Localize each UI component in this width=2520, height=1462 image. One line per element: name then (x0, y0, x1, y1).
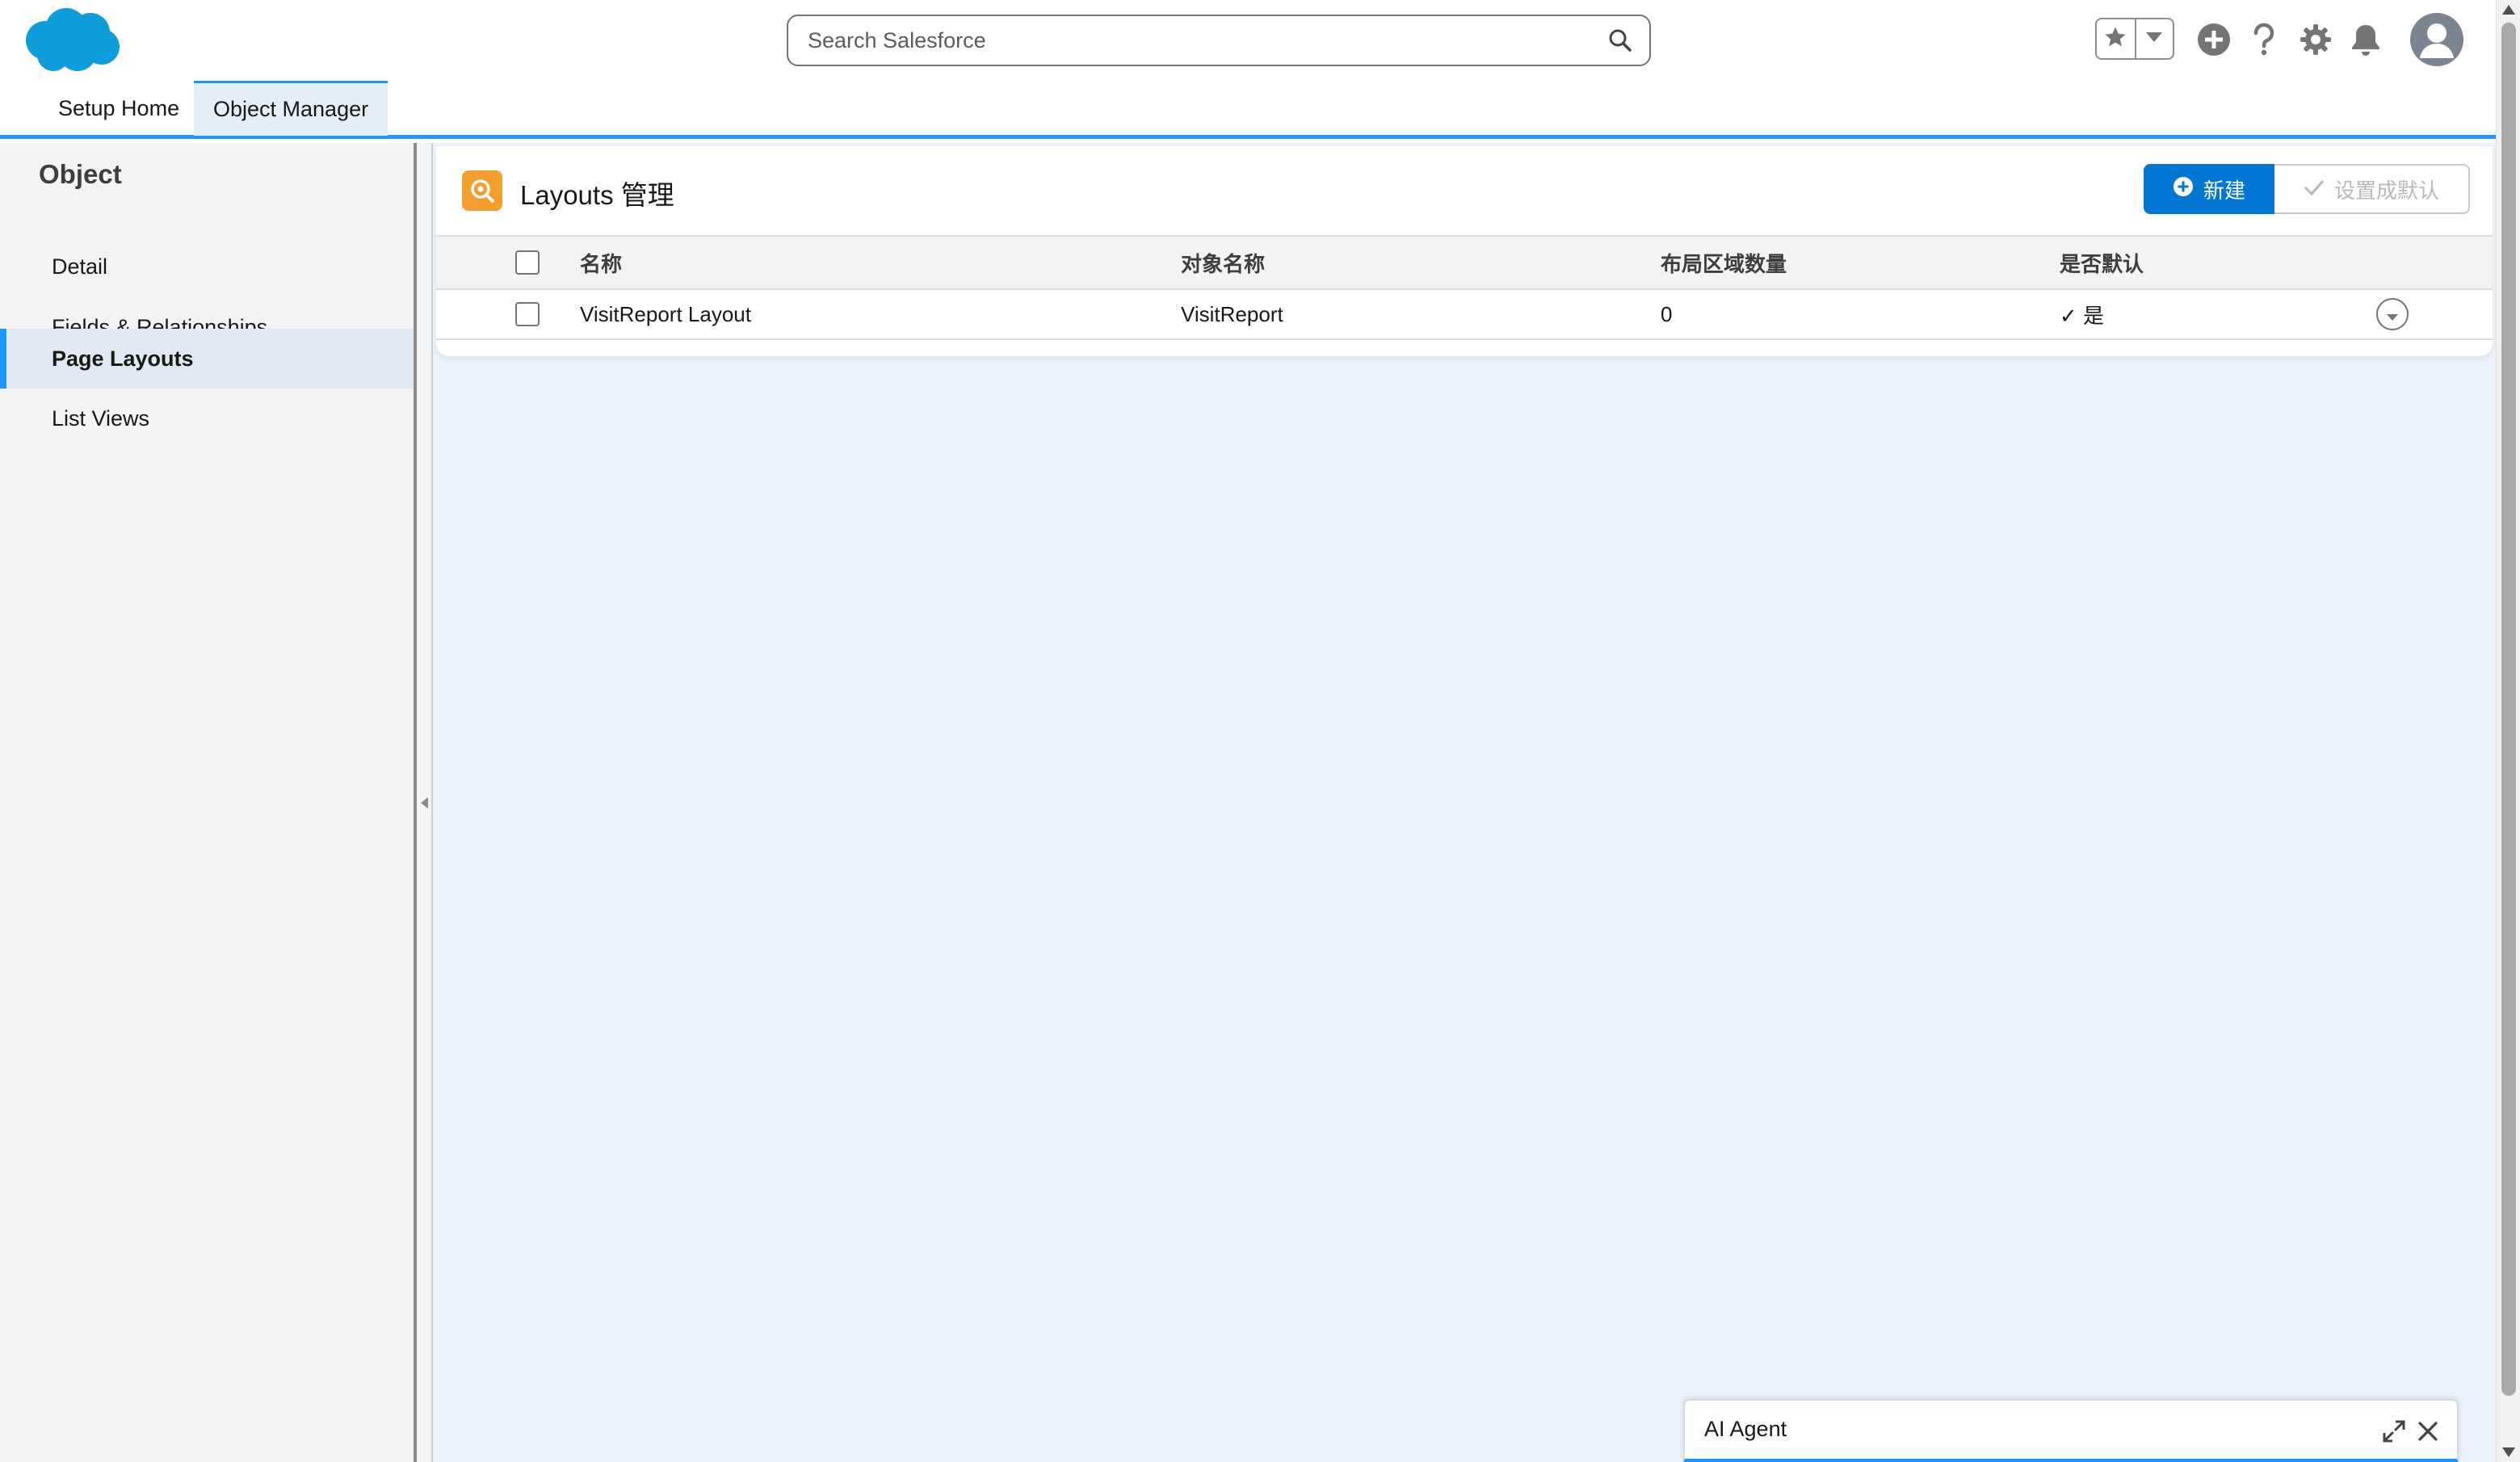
user-avatar-icon[interactable] (2410, 13, 2463, 66)
chevron-down-icon (2145, 32, 2163, 47)
sidebar-item-label: List Views (52, 405, 150, 431)
cell-is-default: ✓ 是 (2060, 303, 2105, 328)
plus-circle-icon (2173, 176, 2194, 203)
sidebar-item-label: Detail (52, 254, 108, 279)
column-header-region-count[interactable]: 布局区域数量 (1661, 237, 1787, 288)
cell-region-count: 0 (1661, 301, 1673, 326)
column-header-object-name[interactable]: 对象名称 (1181, 237, 1265, 288)
table-header-row: 名称 对象名称 布局区域数量 是否默认 (436, 235, 2493, 290)
search-icon[interactable] (1607, 27, 1633, 53)
favorites-button-group (2095, 18, 2174, 60)
main-content: Layouts 管理 新建 设置成默认 名称 对象名称 布局区域数量 是否默认 (433, 143, 2496, 1462)
row-action-menu-button[interactable] (2376, 298, 2409, 330)
set-default-button[interactable]: 设置成默认 (2274, 164, 2470, 214)
row-checkbox[interactable] (515, 302, 540, 326)
search-input[interactable] (806, 16, 1581, 65)
setup-tab-bar: Setup Home Object Manager (0, 81, 2496, 139)
sidebar-item-list-views[interactable]: List Views (0, 389, 414, 448)
tab-label: Object Manager (213, 97, 369, 121)
ai-agent-panel[interactable]: AI Agent (1683, 1399, 2459, 1462)
new-button-label: 新建 (2203, 178, 2245, 203)
sidebar-title: Object (39, 159, 122, 189)
expand-icon[interactable] (2381, 1418, 2407, 1444)
cell-name[interactable]: VisitReport Layout (580, 290, 751, 338)
column-header-is-default[interactable]: 是否默认 (2060, 237, 2144, 288)
layouts-card: Layouts 管理 新建 设置成默认 名称 对象名称 布局区域数量 是否默认 (436, 146, 2493, 356)
gear-icon[interactable] (2297, 21, 2334, 58)
page-scrollbar[interactable] (2496, 0, 2520, 1462)
favorites-star-button[interactable] (2097, 19, 2135, 58)
star-icon (2103, 25, 2127, 53)
cell-object-name: VisitReport (1181, 301, 1283, 326)
check-icon (2304, 177, 2325, 202)
scroll-up-arrow-icon[interactable] (2502, 5, 2515, 15)
favorites-dropdown-button[interactable] (2134, 19, 2173, 58)
object-sidebar: Object Detail Fields & Relationships Pag… (0, 143, 414, 1462)
chevron-down-icon (2386, 302, 2399, 327)
column-header-name[interactable]: 名称 (580, 237, 622, 288)
salesforce-logo-icon[interactable] (21, 5, 123, 74)
scrollbar-thumb[interactable] (2501, 23, 2516, 1396)
select-all-cell (515, 237, 540, 288)
page-title: Layouts 管理 (520, 180, 674, 210)
chevron-left-icon (421, 797, 428, 809)
tab-label: Setup Home (58, 95, 180, 120)
row-select-cell (515, 290, 540, 338)
row-action-cell (2376, 290, 2409, 338)
tab-object-manager[interactable]: Object Manager (194, 81, 388, 136)
ai-agent-title: AI Agent (1704, 1417, 1787, 1441)
new-button[interactable]: 新建 (2144, 164, 2274, 214)
sidebar-item-detail[interactable]: Detail (0, 237, 414, 296)
select-all-checkbox[interactable] (515, 250, 540, 275)
set-default-button-label: 设置成默认 (2333, 178, 2439, 203)
plus-circle-icon[interactable] (2195, 21, 2232, 58)
sidebar-item-label: Page Layouts (52, 346, 194, 371)
table-row: VisitReport Layout VisitReport 0 ✓ 是 (436, 290, 2493, 340)
sidebar-collapse-handle[interactable] (414, 143, 433, 1462)
global-header (0, 0, 2496, 81)
tab-setup-home[interactable]: Setup Home (39, 81, 199, 136)
scroll-down-arrow-icon[interactable] (2502, 1447, 2515, 1457)
close-icon[interactable] (2415, 1418, 2441, 1444)
sidebar-item-page-layouts[interactable]: Page Layouts (0, 329, 414, 389)
bell-icon[interactable] (2347, 21, 2384, 58)
layout-object-icon (462, 170, 502, 211)
global-search[interactable] (787, 15, 1651, 66)
help-icon[interactable] (2245, 21, 2283, 58)
